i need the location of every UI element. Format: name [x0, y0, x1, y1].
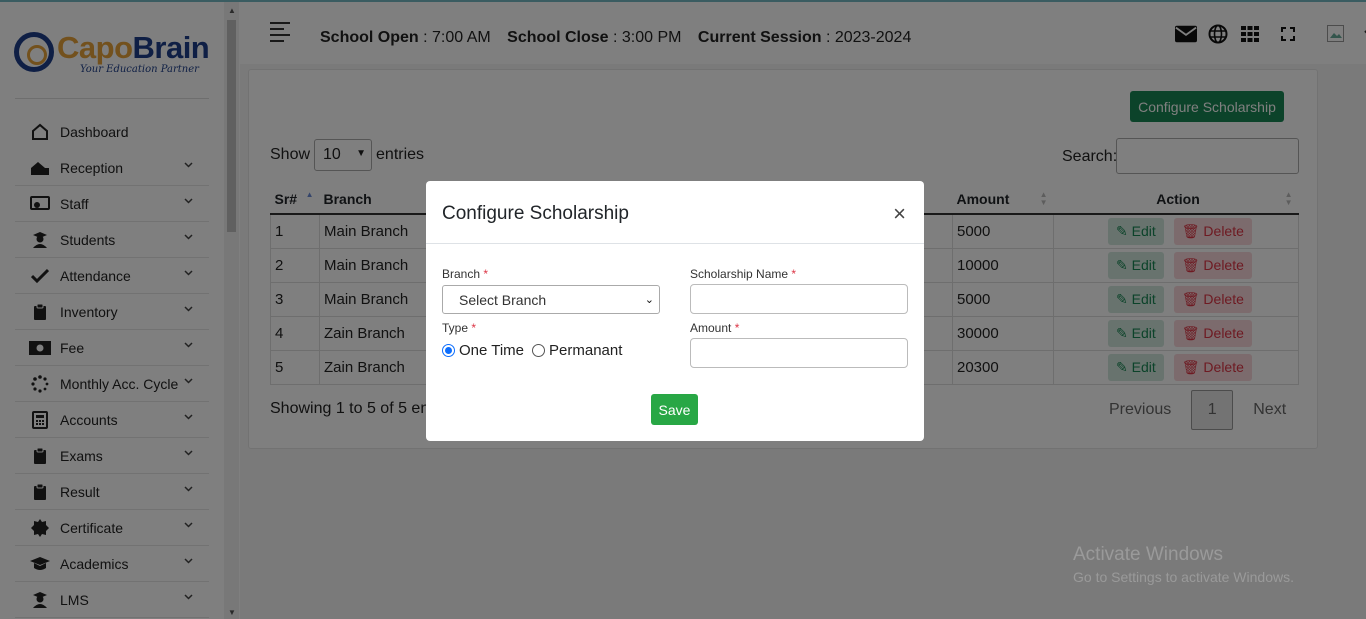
- one-time-radio[interactable]: [442, 344, 455, 357]
- modal-divider: [426, 243, 924, 244]
- permanant-radio[interactable]: [532, 344, 546, 357]
- amount-label: Amount *: [690, 321, 740, 335]
- type-radio-group: One Time Permanant: [442, 342, 622, 359]
- close-icon[interactable]: ×: [893, 201, 906, 227]
- scholarship-name-label: Scholarship Name *: [690, 267, 797, 281]
- chevron-down-icon: ⌄: [644, 294, 654, 306]
- configure-scholarship-modal: Configure Scholarship × Branch * Select …: [426, 181, 924, 441]
- scholarship-name-input[interactable]: [690, 284, 908, 314]
- modal-title: Configure Scholarship: [442, 203, 629, 224]
- permanant-label[interactable]: Permanant: [549, 342, 622, 359]
- save-button[interactable]: Save: [651, 394, 698, 425]
- branch-label: Branch *: [442, 267, 489, 281]
- type-label: Type *: [442, 321, 477, 335]
- branch-select[interactable]: Select Branch ⌄: [442, 285, 660, 314]
- amount-input[interactable]: [690, 338, 908, 368]
- one-time-label[interactable]: One Time: [459, 342, 524, 359]
- windows-activation-watermark: Activate Windows Go to Settings to activ…: [1073, 544, 1294, 585]
